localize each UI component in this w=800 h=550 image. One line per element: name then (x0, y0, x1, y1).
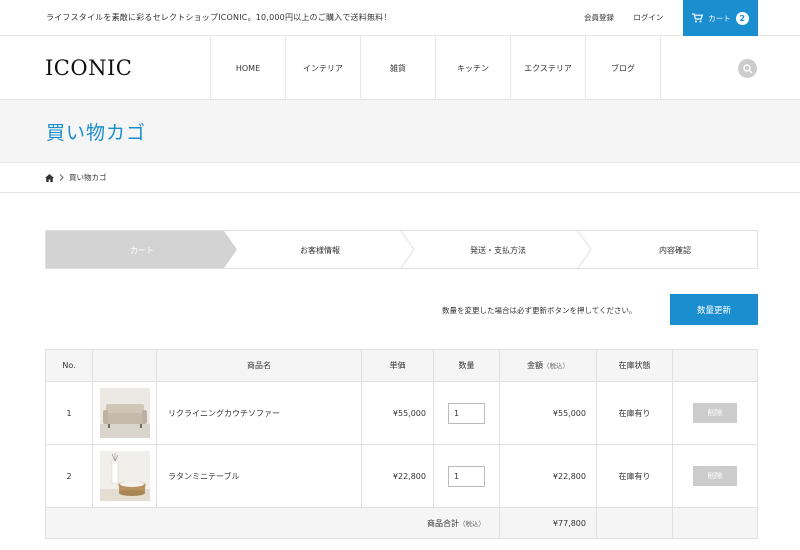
row-product-name[interactable]: ラタンミニテーブル (156, 444, 362, 508)
total-row: 商品合計（税込） ¥77,800 (45, 507, 758, 539)
sofa-thumbnail[interactable] (99, 388, 150, 438)
row-qty-cell (433, 381, 500, 445)
step-shipping-payment: 発送・支払方法 (470, 246, 526, 255)
total-label-cell: 商品合計（税込） (45, 507, 500, 539)
cart-icon (692, 13, 704, 23)
row-stock-status: 在庫有り (596, 381, 673, 445)
breadcrumb-current: 買い物カゴ (69, 173, 107, 182)
header-amount: 金額（税込） (499, 349, 597, 382)
row-no: 1 (45, 381, 93, 445)
quantity-input[interactable] (448, 465, 485, 487)
site-header: ICONIC HOME インテリア 雑貨 キッチン エクステリア ブログ (0, 36, 800, 100)
row-image-cell (92, 444, 157, 508)
top-bar: ライフスタイルを素敵に彩るセレクトショップICONIC。10,000円以上のご購… (0, 0, 800, 36)
table-row: 2 ラタンミニテーブル ¥22,800 ¥22,800 在庫有り (45, 444, 758, 508)
quantity-input[interactable] (448, 402, 485, 424)
row-image-cell (92, 381, 157, 445)
register-link[interactable]: 会員登録 (584, 13, 614, 22)
cart-label: カート (708, 13, 731, 23)
total-value: ¥77,800 (499, 507, 597, 539)
shipping-notice: ライフスタイルを素敵に彩るセレクトショップICONIC。10,000円以上のご購… (46, 13, 392, 22)
delete-button[interactable]: 削除 (693, 403, 737, 423)
nav-item-home[interactable]: HOME (211, 36, 286, 100)
row-unit-price: ¥22,800 (361, 444, 434, 508)
account-links: 会員登録 ログイン (584, 12, 680, 23)
login-link[interactable]: ログイン (633, 13, 663, 22)
nav-item-exterior[interactable]: エクステリア (511, 36, 586, 100)
row-product-name[interactable]: リクライニングカウチソファー (156, 381, 362, 445)
nav-item-blog[interactable]: ブログ (586, 36, 661, 100)
nav-item-goods[interactable]: 雑貨 (361, 36, 436, 100)
cart-button[interactable]: カート 2 (683, 0, 758, 36)
search-icon (742, 63, 753, 74)
header-no: No. (45, 349, 93, 382)
step-customer-info: お客様情報 (300, 246, 340, 255)
table-header-row: No. 商品名 単価 数量 金額（税込） 在庫状態 (45, 349, 758, 382)
main-nav: HOME インテリア 雑貨 キッチン エクステリア ブログ (210, 36, 661, 100)
update-note: 数量を変更した場合は必ず更新ボタンを押してください。 (442, 306, 637, 315)
home-icon[interactable] (45, 173, 54, 182)
header-qty: 数量 (433, 349, 500, 382)
step-cart: カート (130, 246, 154, 255)
total-empty-cell (596, 507, 673, 539)
chevron-right-icon (59, 174, 64, 181)
row-stock-status: 在庫有り (596, 444, 673, 508)
header-unit-price: 単価 (361, 349, 434, 382)
step-confirm: 内容確認 (659, 246, 691, 255)
delete-button[interactable]: 削除 (693, 466, 737, 486)
total-label: 商品合計 (427, 518, 459, 528)
page-title: 買い物カゴ (46, 122, 147, 144)
header-amount-note: （税込） (543, 362, 569, 370)
total-empty-cell-2 (672, 507, 758, 539)
header-delete (672, 349, 758, 382)
nav-item-interior[interactable]: インテリア (286, 36, 361, 100)
breadcrumb: 買い物カゴ (0, 163, 800, 193)
row-amount: ¥55,000 (499, 381, 597, 445)
nav-item-kitchen[interactable]: キッチン (436, 36, 511, 100)
row-no: 2 (45, 444, 93, 508)
header-image (92, 349, 157, 382)
row-qty-cell (433, 444, 500, 508)
rattan-table-thumbnail[interactable] (99, 451, 150, 501)
header-amount-label: 金額 (527, 361, 543, 370)
search-button[interactable] (738, 59, 757, 78)
row-delete-cell: 削除 (672, 444, 758, 508)
checkout-steps: カート お客様情報 発送・支払方法 内容確認 (45, 230, 758, 269)
row-amount: ¥22,800 (499, 444, 597, 508)
total-note: （税込） (459, 519, 485, 528)
row-delete-cell: 削除 (672, 381, 758, 445)
row-unit-price: ¥55,000 (361, 381, 434, 445)
cart-count-badge: 2 (735, 11, 749, 25)
table-row: 1 リクライニングカウチソファー ¥55,000 ¥55,000 (45, 381, 758, 445)
update-quantity-button[interactable]: 数量更新 (670, 294, 758, 325)
page-title-band: 買い物カゴ (0, 100, 800, 163)
header-stock: 在庫状態 (596, 349, 673, 382)
cart-table: No. 商品名 単価 数量 金額（税込） 在庫状態 1 リクライニングカウチソフ… (45, 349, 758, 539)
header-name: 商品名 (156, 349, 362, 382)
site-logo[interactable]: ICONIC (45, 56, 132, 80)
